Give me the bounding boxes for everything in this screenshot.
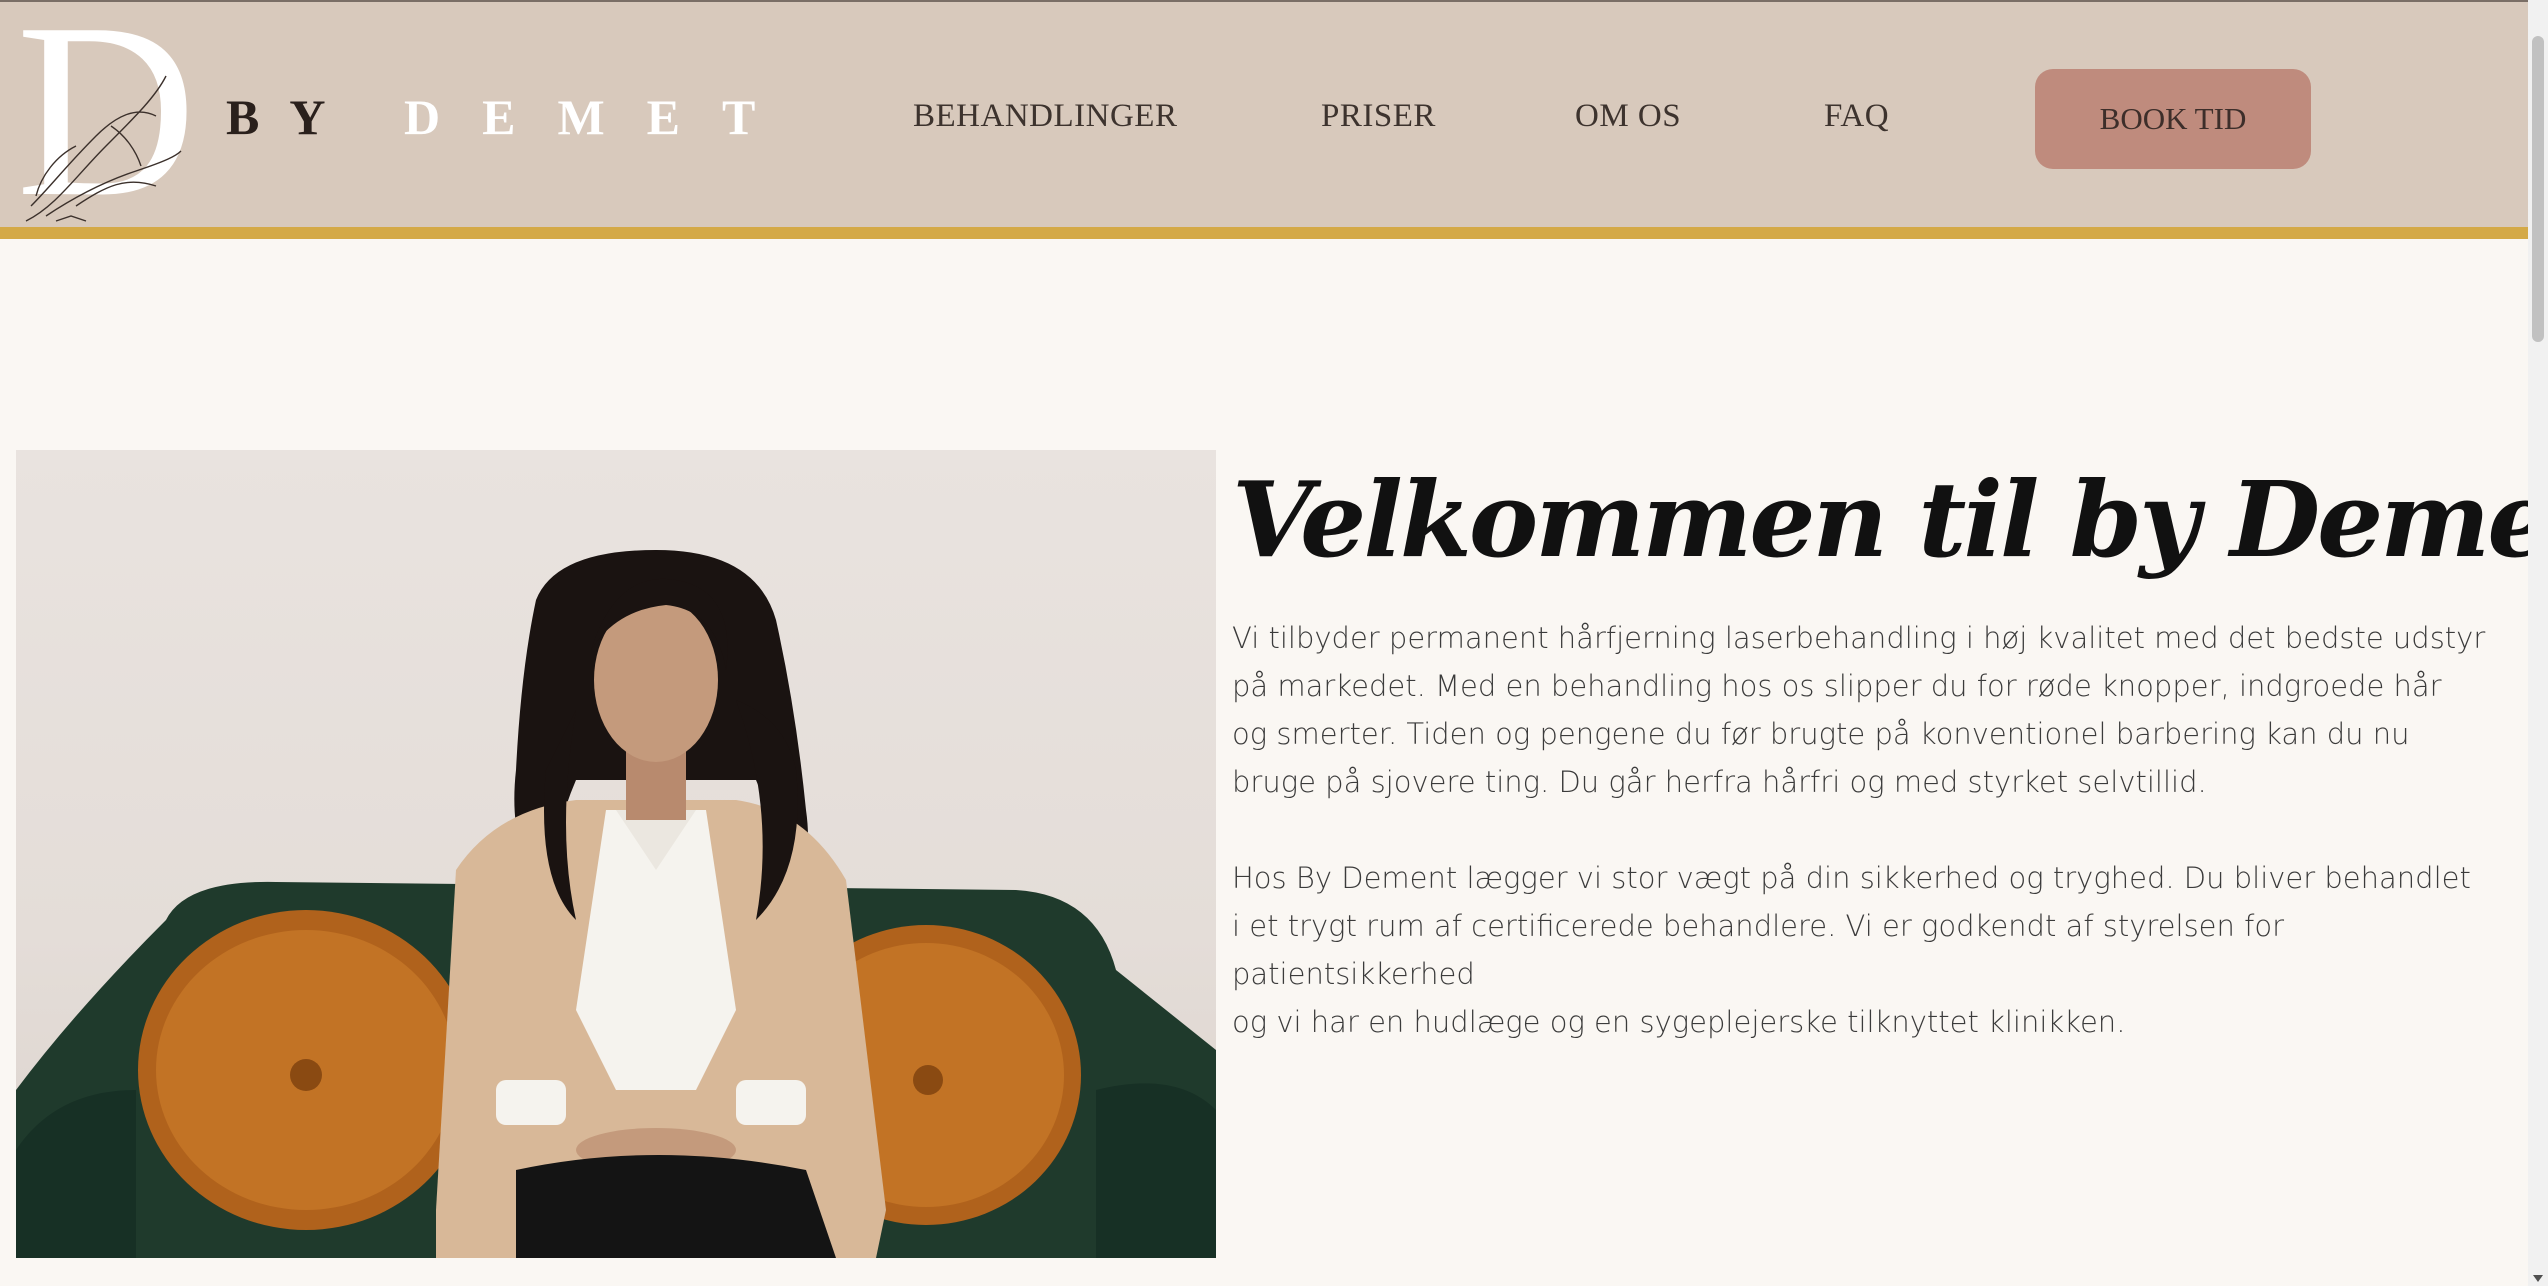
welcome-heading: Velkommen til by Demet: [1232, 458, 2548, 581]
intro-line: og smerter. Tiden og pengene du før brug…: [1232, 717, 2410, 751]
page-scrollbar[interactable]: [2528, 0, 2548, 1286]
book-tid-button[interactable]: BOOK TID: [2035, 69, 2311, 169]
safety-line: og vi har en hudlæge og en sygeplejerske…: [1232, 1005, 2126, 1039]
logo-by-text: BY: [226, 89, 356, 145]
hero-photo: [16, 450, 1216, 1258]
safety-line: i et trygt rum af certificerede behandle…: [1232, 909, 2285, 991]
brand-logo[interactable]: D BY DEMET: [16, 0, 755, 236]
nav-link-priser[interactable]: PRISER: [1321, 98, 1436, 135]
logo-line-drawing-icon: [25, 75, 182, 222]
scroll-down-arrow-icon[interactable]: [2533, 1275, 2543, 1282]
intro-line: på markedet. Med en behandling hos os sl…: [1232, 669, 2442, 703]
safety-paragraph: Hos By Dement lægger vi stor vægt på din…: [1232, 854, 2522, 1046]
intro-line: bruge på sjovere ting. Du går herfra hår…: [1232, 765, 2207, 799]
nav-link-om-os[interactable]: OM OS: [1575, 98, 1681, 135]
intro-line: Vi tilbyder permanent hårfjerning laserb…: [1232, 621, 2486, 655]
nav-link-faq[interactable]: FAQ: [1824, 98, 1889, 135]
safety-line: Hos By Dement lægger vi stor vægt på din…: [1232, 861, 2471, 895]
nav-link-behandlinger[interactable]: BEHANDLINGER: [913, 98, 1177, 135]
site-header: D BY DEMET BEHANDLINGER PRISER OM OS FAQ…: [0, 0, 2528, 239]
hero-text-section: Velkommen til by Demet Vi tilbyder perma…: [1232, 452, 2548, 1046]
scrollbar-thumb[interactable]: [2532, 36, 2544, 342]
hero-photo-illustration: [16, 550, 1216, 1258]
logo-name-text: DEMET: [404, 89, 798, 145]
intro-paragraph: Vi tilbyder permanent hårfjerning laserb…: [1232, 614, 2522, 806]
